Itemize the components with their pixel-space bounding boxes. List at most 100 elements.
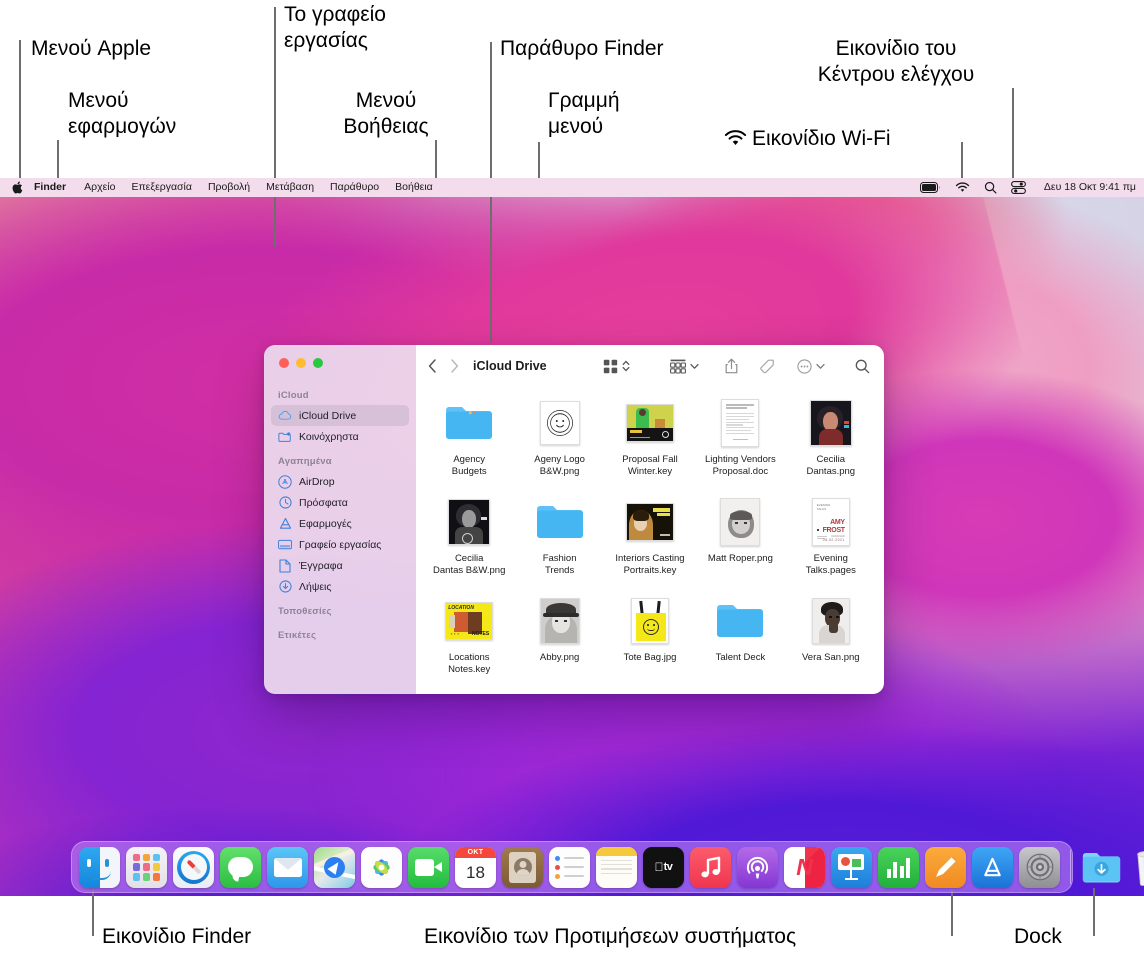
file-name: Cecilia Dantas B&W.png <box>433 553 506 576</box>
file-thumbnail <box>534 595 586 647</box>
updown-chevron-icon[interactable] <box>622 359 630 373</box>
dock-separator <box>1070 850 1071 884</box>
dock-item-safari[interactable] <box>173 846 214 888</box>
apple-logo-icon[interactable] <box>11 180 24 195</box>
menu-item-go[interactable]: Μετάβαση <box>266 178 314 197</box>
share-icon[interactable] <box>725 358 738 374</box>
forward-chevron-icon[interactable] <box>450 359 459 373</box>
sidebar-item-label: AirDrop <box>299 475 335 488</box>
dock-item-news[interactable]: N <box>784 846 825 888</box>
sidebar-item-icloud-drive[interactable]: iCloud Drive <box>271 405 409 426</box>
menu-bar[interactable]: Finder Αρχείο Επεξεργασία Προβολή Μετάβα… <box>0 178 1144 197</box>
file-item[interactable]: Agency Budgets <box>424 391 514 490</box>
dock-item-calendar[interactable]: ΟΚΤ 18 <box>455 846 496 888</box>
dock-item-mail[interactable] <box>267 846 308 888</box>
sidebar-item-desktop[interactable]: Γραφείο εργασίας <box>271 534 409 555</box>
sidebar-item-recents[interactable]: Πρόσφατα <box>271 492 409 513</box>
file-item[interactable]: Ageny Logo B&W.png <box>514 391 604 490</box>
dock-item-trash[interactable] <box>1128 847 1144 888</box>
dock-item-numbers[interactable] <box>878 846 919 888</box>
menu-app-name[interactable]: Finder <box>34 178 66 197</box>
dock-item-pages[interactable] <box>925 846 966 888</box>
menu-item-view[interactable]: Προβολή <box>208 178 250 197</box>
file-thumbnail <box>624 397 676 449</box>
annotation-system-preferences: Εικονίδιο των Προτιμήσεων συστήματος <box>424 925 797 948</box>
calendar-day: 18 <box>466 863 485 882</box>
back-chevron-icon[interactable] <box>428 359 437 373</box>
sidebar-item-downloads[interactable]: Λήψεις <box>271 576 409 597</box>
dock-item-facetime[interactable] <box>408 846 449 888</box>
sidebar-item-label: Γραφείο εργασίας <box>299 538 382 551</box>
file-item[interactable]: Proposal Fall Winter.key <box>605 391 695 490</box>
dock[interactable]: ΟΚΤ 18 tv <box>71 841 1144 893</box>
file-item[interactable]: EVENING TALKS AMY FROST DESIGNER 08.02.202… <box>786 490 876 589</box>
wifi-icon[interactable] <box>955 178 970 197</box>
sidebar-item-label: Κοινόχρηστα <box>299 430 359 443</box>
more-ellipsis-icon[interactable] <box>797 358 812 374</box>
dock-item-photos[interactable] <box>361 846 402 888</box>
group-by-icon[interactable] <box>670 359 686 374</box>
file-item[interactable]: Interiors Casting Portraits.key <box>605 490 695 589</box>
file-item[interactable]: Fashion Trends <box>514 490 604 589</box>
icon-view-grid-icon[interactable] <box>603 359 618 374</box>
file-thumbnail <box>714 496 766 548</box>
close-button[interactable] <box>279 358 289 368</box>
dock-item-apple-tv[interactable]: tv <box>643 846 684 888</box>
dock-item-finder[interactable] <box>79 846 120 888</box>
dock-item-maps[interactable] <box>314 846 355 888</box>
folder-icon <box>534 496 586 548</box>
menu-item-edit[interactable]: Επεξεργασία <box>131 178 192 197</box>
more-actions-control[interactable] <box>797 358 825 374</box>
group-by-control[interactable] <box>670 359 699 374</box>
menu-item-window[interactable]: Παράθυρο <box>330 178 379 197</box>
tag-icon[interactable] <box>760 359 775 374</box>
chevron-down-icon[interactable] <box>816 363 825 370</box>
file-item[interactable]: Abby.png <box>514 589 604 688</box>
search-icon[interactable] <box>855 359 870 374</box>
sidebar-item-shared[interactable]: Κοινόχρηστα <box>271 426 409 447</box>
file-item[interactable]: Lighting Vendors Proposal.doc <box>695 391 785 490</box>
sidebar-item-documents[interactable]: Έγγραφα <box>271 555 409 576</box>
file-name: Lighting Vendors Proposal.doc <box>705 454 776 477</box>
chevron-down-icon[interactable] <box>690 363 699 370</box>
finder-window[interactable]: iCloud iCloud Drive Κοινόχρηστα Αγαπημέν… <box>264 345 884 694</box>
sidebar-item-airdrop[interactable]: AirDrop <box>271 471 409 492</box>
dock-item-app-store[interactable] <box>972 846 1013 888</box>
dock-item-reminders[interactable] <box>549 846 590 888</box>
sidebar-item-applications[interactable]: Εφαρμογές <box>271 513 409 534</box>
finder-toolbar: iCloud Drive <box>416 345 884 387</box>
dock-item-notes[interactable] <box>596 846 637 888</box>
spotlight-search-icon[interactable] <box>984 178 997 197</box>
dock-item-keynote[interactable] <box>831 846 872 888</box>
dock-item-messages[interactable] <box>220 846 261 888</box>
dock-item-system-preferences[interactable] <box>1019 846 1060 888</box>
file-item[interactable]: Vera San.png <box>786 589 876 688</box>
sidebar-item-label: iCloud Drive <box>299 409 357 422</box>
dock-item-music[interactable] <box>690 846 731 888</box>
battery-icon[interactable] <box>919 178 941 197</box>
minimize-button[interactable] <box>296 358 306 368</box>
file-item[interactable]: Cecilia Dantas.png <box>786 391 876 490</box>
view-mode-control[interactable] <box>603 359 630 374</box>
finder-file-grid: Agency Budgets Ageny Logo B&W.png Propos… <box>416 387 884 694</box>
finder-sidebar: iCloud iCloud Drive Κοινόχρηστα Αγαπημέν… <box>264 345 416 694</box>
control-center-icon[interactable] <box>1010 178 1026 197</box>
file-item[interactable]: Matt Roper.png <box>695 490 785 589</box>
leader-finder-icon <box>92 888 94 936</box>
file-thumbnail <box>714 397 766 449</box>
calendar-month: ΟΚΤ <box>455 846 496 858</box>
dock-item-contacts[interactable] <box>502 846 543 888</box>
file-item[interactable]: Talent Deck <box>695 589 785 688</box>
file-item[interactable]: Tote Bag.jpg <box>605 589 695 688</box>
file-item[interactable]: Cecilia Dantas B&W.png <box>424 490 514 589</box>
dock-item-podcasts[interactable] <box>737 846 778 888</box>
zoom-button[interactable] <box>313 358 323 368</box>
dock-item-launchpad[interactable] <box>126 846 167 888</box>
menu-item-help[interactable]: Βοήθεια <box>395 178 433 197</box>
file-item[interactable]: LOCATION NOTES ✦ ✦ ✦ Locations Notes.key <box>424 589 514 688</box>
folder-icon <box>443 397 495 449</box>
file-thumbnail: LOCATION NOTES ✦ ✦ ✦ <box>443 595 495 647</box>
dock-item-downloads[interactable] <box>1081 847 1122 888</box>
menu-item-file[interactable]: Αρχείο <box>84 178 115 197</box>
menu-bar-clock[interactable]: Δευ 18 Οκτ 9:41 πμ <box>1044 178 1136 197</box>
